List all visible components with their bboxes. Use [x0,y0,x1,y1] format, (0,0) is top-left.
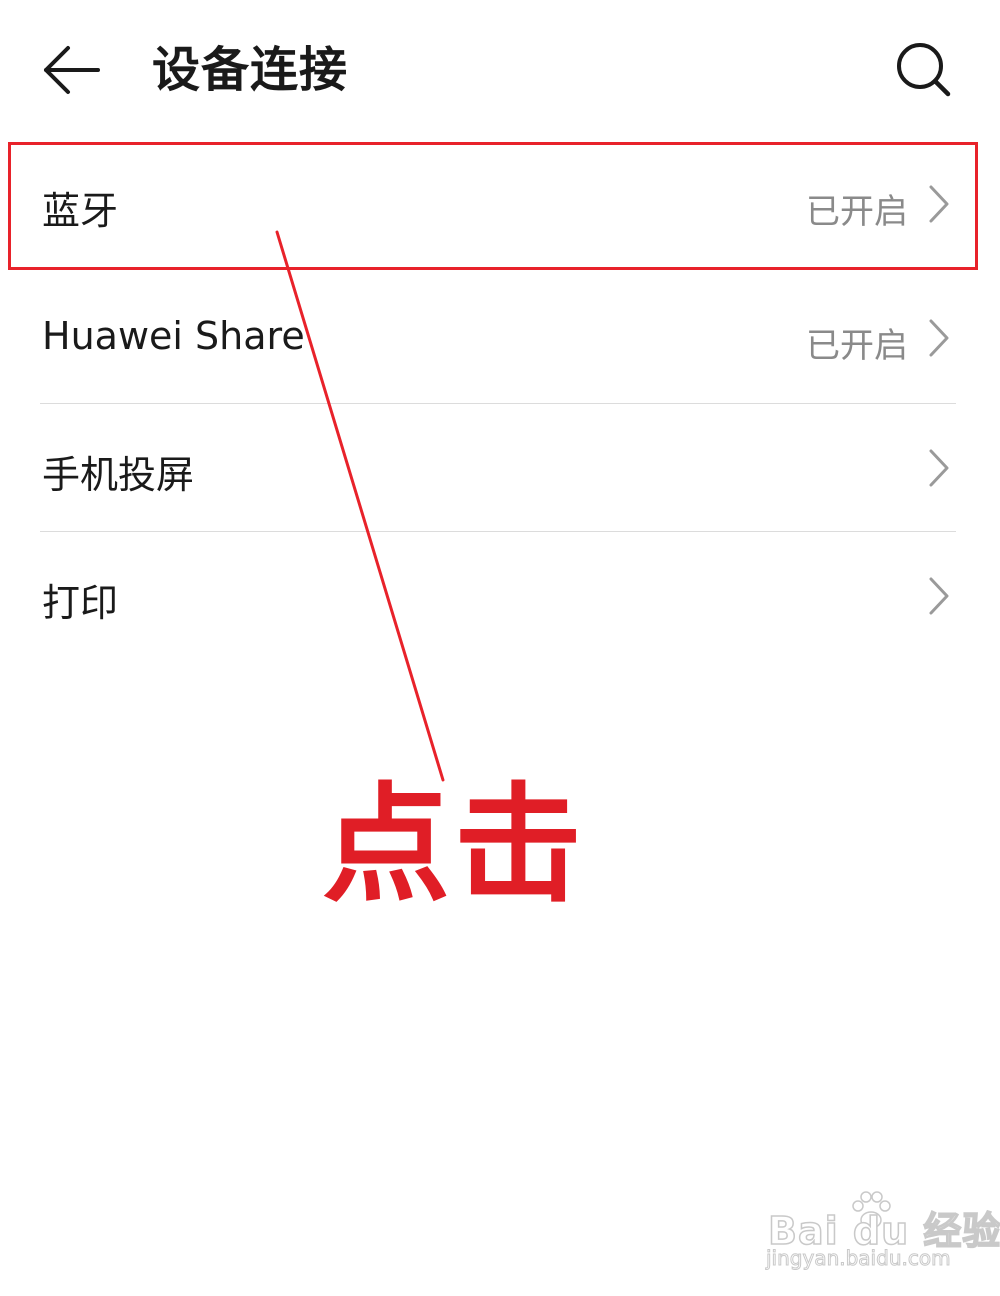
title-bar: 设备连接 [0,0,1000,140]
annotation-text: 点击 [322,770,587,920]
settings-item-bluetooth[interactable]: 蓝牙 已开启 [0,142,1000,270]
watermark-url: jingyan.baidu.com [766,1246,952,1271]
page-title: 设备连接 [152,42,349,98]
status-text: 已开启 [806,192,908,232]
settings-item-screen-projection[interactable]: 手机投屏 [0,404,1000,531]
back-button[interactable] [36,36,108,104]
status-text: 已开启 [806,326,908,366]
settings-item-label: Huawei Share [42,314,305,358]
baidu-jingyan-watermark: Bai du 经验 jingyan.baidu.com [762,1186,1000,1278]
settings-item-label: 蓝牙 [42,189,119,233]
paw-icon [852,1191,891,1229]
settings-item-huawei-share[interactable]: Huawei Share 已开启 [0,272,1000,402]
chevron-right-icon [929,449,949,487]
search-icon [897,43,951,97]
arrow-left-icon [44,46,100,94]
chevron-right-icon [929,577,949,615]
chevron-right-icon [929,185,949,223]
settings-item-label: 手机投屏 [42,453,195,497]
search-button[interactable] [888,34,960,106]
settings-item-label: 打印 [42,581,119,625]
chevron-right-icon [929,319,949,357]
settings-item-print[interactable]: 打印 [0,532,1000,660]
watermark-logo: Bai du 经验 [767,1208,1000,1254]
